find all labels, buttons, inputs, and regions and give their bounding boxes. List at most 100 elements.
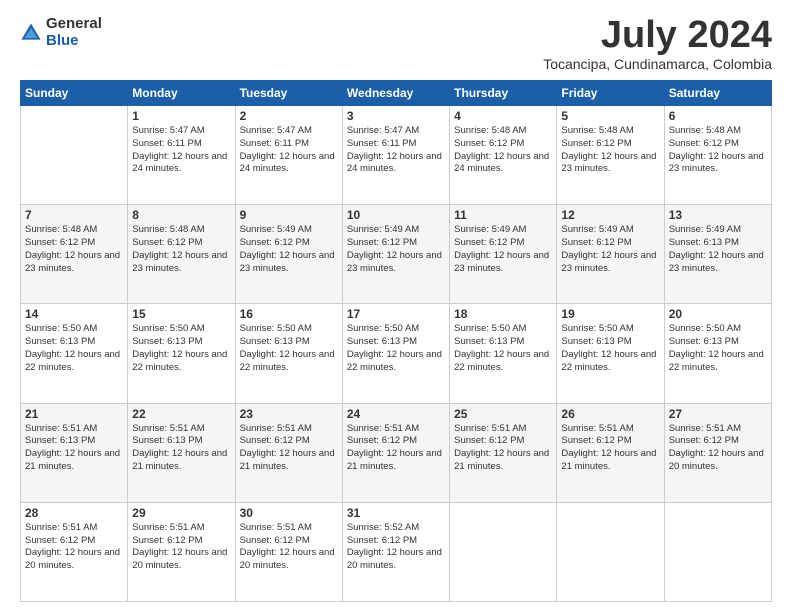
- cell-info: Sunrise: 5:49 AMSunset: 6:13 PMDaylight:…: [669, 224, 764, 273]
- cell-info: Sunrise: 5:50 AMSunset: 6:13 PMDaylight:…: [454, 323, 549, 372]
- calendar-cell: 7 Sunrise: 5:48 AMSunset: 6:12 PMDaylight…: [21, 205, 128, 304]
- page: General Blue July 2024 Tocancipa, Cundin…: [0, 0, 792, 612]
- day-number: 15: [132, 307, 230, 321]
- calendar-cell: 3Sunrise: 5:47 AMSunset: 6:11 PMDaylight…: [342, 106, 449, 205]
- day-number: 11: [454, 208, 552, 222]
- cell-info: Sunrise: 5:51 AMSunset: 6:13 PMDaylight:…: [132, 423, 227, 472]
- calendar-cell: 28 Sunrise: 5:51 AMSunset: 6:12 PMDayligh…: [21, 502, 128, 601]
- day-number: 7: [25, 208, 123, 222]
- month-title: July 2024: [543, 16, 772, 54]
- day-number: 10: [347, 208, 445, 222]
- calendar-week-2: 14 Sunrise: 5:50 AMSunset: 6:13 PMDayligh…: [21, 304, 772, 403]
- day-number: 13: [669, 208, 767, 222]
- title-section: July 2024 Tocancipa, Cundinamarca, Colom…: [543, 16, 772, 72]
- logo: General Blue: [20, 16, 102, 49]
- cell-info: Sunrise: 5:51 AMSunset: 6:12 PMDaylight:…: [454, 423, 549, 472]
- calendar-cell: 29 Sunrise: 5:51 AMSunset: 6:12 PMDayligh…: [128, 502, 235, 601]
- calendar-cell: 13 Sunrise: 5:49 AMSunset: 6:13 PMDayligh…: [664, 205, 771, 304]
- cell-info: Sunrise: 5:49 AMSunset: 6:12 PMDaylight:…: [454, 224, 549, 273]
- day-number: 18: [454, 307, 552, 321]
- cell-info: Sunrise: 5:50 AMSunset: 6:13 PMDaylight:…: [347, 323, 442, 372]
- day-number: 22: [132, 407, 230, 421]
- calendar-cell: 11 Sunrise: 5:49 AMSunset: 6:12 PMDayligh…: [450, 205, 557, 304]
- cell-info: Sunrise: 5:51 AMSunset: 6:12 PMDaylight:…: [132, 522, 227, 571]
- calendar-cell: 14 Sunrise: 5:50 AMSunset: 6:13 PMDayligh…: [21, 304, 128, 403]
- calendar-week-4: 28 Sunrise: 5:51 AMSunset: 6:12 PMDayligh…: [21, 502, 772, 601]
- calendar-cell: 15 Sunrise: 5:50 AMSunset: 6:13 PMDayligh…: [128, 304, 235, 403]
- calendar-cell: [557, 502, 664, 601]
- cell-info: Sunrise: 5:48 AMSunset: 6:12 PMDaylight:…: [454, 125, 549, 174]
- cell-info: Sunrise: 5:50 AMSunset: 6:13 PMDaylight:…: [25, 323, 120, 372]
- logo-icon: [20, 22, 42, 44]
- day-number: 16: [240, 307, 338, 321]
- day-number: 14: [25, 307, 123, 321]
- calendar-cell: 2Sunrise: 5:47 AMSunset: 6:11 PMDaylight…: [235, 106, 342, 205]
- cell-info: Sunrise: 5:51 AMSunset: 6:12 PMDaylight:…: [669, 423, 764, 472]
- cell-info: Sunrise: 5:49 AMSunset: 6:12 PMDaylight:…: [347, 224, 442, 273]
- day-number: 26: [561, 407, 659, 421]
- day-header-saturday: Saturday: [664, 81, 771, 106]
- day-number: 1: [132, 109, 230, 123]
- calendar-cell: 22 Sunrise: 5:51 AMSunset: 6:13 PMDayligh…: [128, 403, 235, 502]
- calendar-cell: 26 Sunrise: 5:51 AMSunset: 6:12 PMDayligh…: [557, 403, 664, 502]
- cell-info: Sunrise: 5:51 AMSunset: 6:12 PMDaylight:…: [240, 522, 335, 571]
- calendar-header-row: SundayMondayTuesdayWednesdayThursdayFrid…: [21, 81, 772, 106]
- cell-info: Sunrise: 5:49 AMSunset: 6:12 PMDaylight:…: [561, 224, 656, 273]
- cell-info: Sunrise: 5:51 AMSunset: 6:13 PMDaylight:…: [25, 423, 120, 472]
- day-number: 2: [240, 109, 338, 123]
- day-number: 31: [347, 506, 445, 520]
- calendar-cell: 6 Sunrise: 5:48 AMSunset: 6:12 PMDaylight…: [664, 106, 771, 205]
- day-number: 29: [132, 506, 230, 520]
- day-number: 25: [454, 407, 552, 421]
- logo-blue: Blue: [46, 33, 102, 50]
- day-header-wednesday: Wednesday: [342, 81, 449, 106]
- calendar-cell: 5Sunrise: 5:48 AMSunset: 6:12 PMDaylight…: [557, 106, 664, 205]
- day-header-sunday: Sunday: [21, 81, 128, 106]
- calendar-cell: 10 Sunrise: 5:49 AMSunset: 6:12 PMDayligh…: [342, 205, 449, 304]
- calendar-cell: [450, 502, 557, 601]
- day-number: 28: [25, 506, 123, 520]
- logo-text: General Blue: [46, 16, 102, 49]
- calendar-cell: 1 Sunrise: 5:47 AMSunset: 6:11 PMDaylight…: [128, 106, 235, 205]
- calendar-cell: 20 Sunrise: 5:50 AMSunset: 6:13 PMDayligh…: [664, 304, 771, 403]
- day-number: 6: [669, 109, 767, 123]
- day-number: 30: [240, 506, 338, 520]
- day-header-friday: Friday: [557, 81, 664, 106]
- day-header-tuesday: Tuesday: [235, 81, 342, 106]
- cell-info: Sunrise: 5:51 AMSunset: 6:12 PMDaylight:…: [347, 423, 442, 472]
- calendar-cell: 19Sunrise: 5:50 AMSunset: 6:13 PMDayligh…: [557, 304, 664, 403]
- calendar-cell: 24 Sunrise: 5:51 AMSunset: 6:12 PMDayligh…: [342, 403, 449, 502]
- calendar-cell: 31 Sunrise: 5:52 AMSunset: 6:12 PMDayligh…: [342, 502, 449, 601]
- cell-info: Sunrise: 5:51 AMSunset: 6:12 PMDaylight:…: [561, 423, 656, 472]
- header: General Blue July 2024 Tocancipa, Cundin…: [20, 16, 772, 72]
- day-number: 3: [347, 109, 445, 123]
- calendar-cell: 8Sunrise: 5:48 AMSunset: 6:12 PMDaylight…: [128, 205, 235, 304]
- day-number: 12: [561, 208, 659, 222]
- calendar-cell: [21, 106, 128, 205]
- cell-info: Sunrise: 5:47 AMSunset: 6:11 PMDaylight:…: [132, 125, 227, 174]
- day-number: 21: [25, 407, 123, 421]
- calendar-week-0: 1 Sunrise: 5:47 AMSunset: 6:11 PMDaylight…: [21, 106, 772, 205]
- calendar-cell: 4 Sunrise: 5:48 AMSunset: 6:12 PMDaylight…: [450, 106, 557, 205]
- day-number: 23: [240, 407, 338, 421]
- cell-info: Sunrise: 5:50 AMSunset: 6:13 PMDaylight:…: [561, 323, 656, 372]
- cell-info: Sunrise: 5:50 AMSunset: 6:13 PMDaylight:…: [132, 323, 227, 372]
- cell-info: Sunrise: 5:50 AMSunset: 6:13 PMDaylight:…: [240, 323, 335, 372]
- calendar-table: SundayMondayTuesdayWednesdayThursdayFrid…: [20, 80, 772, 602]
- calendar-cell: 30 Sunrise: 5:51 AMSunset: 6:12 PMDayligh…: [235, 502, 342, 601]
- cell-info: Sunrise: 5:51 AMSunset: 6:12 PMDaylight:…: [25, 522, 120, 571]
- cell-info: Sunrise: 5:49 AMSunset: 6:12 PMDaylight:…: [240, 224, 335, 273]
- day-number: 8: [132, 208, 230, 222]
- calendar-cell: 18 Sunrise: 5:50 AMSunset: 6:13 PMDayligh…: [450, 304, 557, 403]
- day-number: 4: [454, 109, 552, 123]
- day-header-monday: Monday: [128, 81, 235, 106]
- calendar-week-1: 7 Sunrise: 5:48 AMSunset: 6:12 PMDaylight…: [21, 205, 772, 304]
- cell-info: Sunrise: 5:50 AMSunset: 6:13 PMDaylight:…: [669, 323, 764, 372]
- cell-info: Sunrise: 5:48 AMSunset: 6:12 PMDaylight:…: [669, 125, 764, 174]
- day-number: 20: [669, 307, 767, 321]
- day-number: 24: [347, 407, 445, 421]
- cell-info: Sunrise: 5:48 AMSunset: 6:12 PMDaylight:…: [25, 224, 120, 273]
- cell-info: Sunrise: 5:52 AMSunset: 6:12 PMDaylight:…: [347, 522, 442, 571]
- day-number: 5: [561, 109, 659, 123]
- day-number: 9: [240, 208, 338, 222]
